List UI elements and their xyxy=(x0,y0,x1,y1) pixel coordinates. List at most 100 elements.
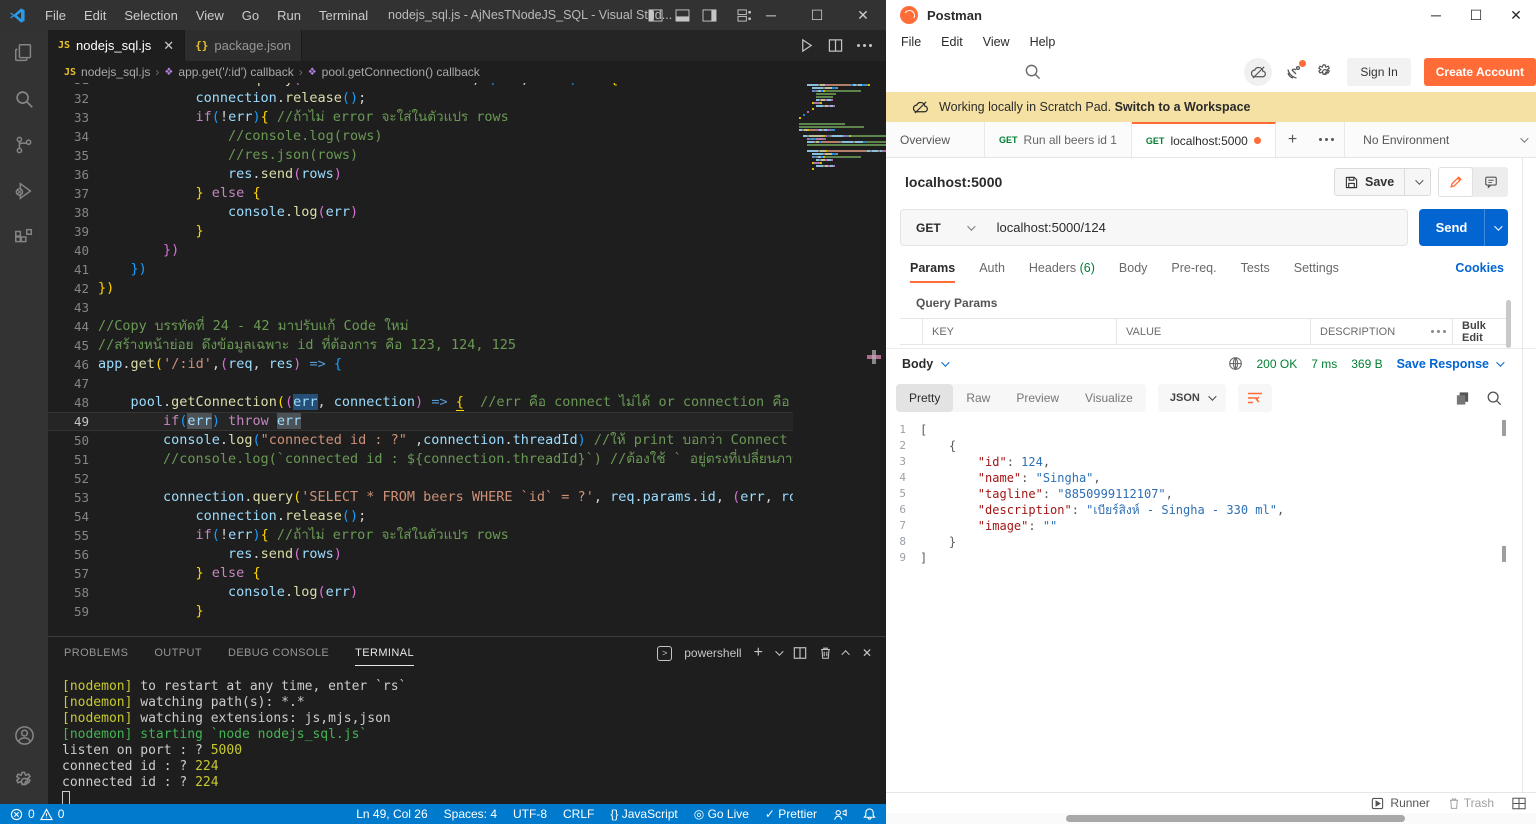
menu-file[interactable]: File xyxy=(36,8,75,23)
source-control-icon[interactable] xyxy=(0,122,48,168)
save-options-chevron[interactable] xyxy=(1404,168,1430,196)
key-column-header[interactable]: KEY xyxy=(922,319,1116,344)
send-button[interactable]: Send xyxy=(1419,209,1508,246)
response-scrollbar[interactable] xyxy=(1502,420,1506,436)
tab-tests[interactable]: Tests xyxy=(1241,261,1270,275)
tab-nodejs-sql-js[interactable]: JS nodejs_sql.js ✕ xyxy=(48,30,185,61)
method-selector[interactable]: GET xyxy=(901,221,987,235)
more-actions-icon[interactable] xyxy=(857,44,872,47)
breadcrumb-file[interactable]: nodejs_sql.js xyxy=(81,65,150,79)
url-input[interactable]: localhost:5000/124 xyxy=(987,220,1106,235)
settings-gear-icon[interactable] xyxy=(0,758,48,804)
extensions-icon[interactable] xyxy=(0,214,48,260)
kill-terminal-icon[interactable] xyxy=(819,646,832,660)
status-badge[interactable]: 200 OK xyxy=(1257,357,1298,371)
new-terminal-icon[interactable]: + xyxy=(754,644,763,662)
search-icon[interactable] xyxy=(1024,63,1041,80)
feedback-icon[interactable] xyxy=(833,808,847,821)
description-column-header[interactable]: DESCRIPTION xyxy=(1310,319,1422,344)
horizontal-scrollbar[interactable] xyxy=(886,813,1536,824)
environment-selector[interactable]: No Environment xyxy=(1345,122,1536,157)
tab-overview[interactable]: Overview xyxy=(886,122,985,157)
eol-sequence[interactable]: CRLF xyxy=(563,807,594,821)
bulk-edit-button[interactable]: Bulk Edit xyxy=(1452,319,1508,344)
close-button[interactable]: ✕ xyxy=(1496,0,1536,30)
menu-selection[interactable]: Selection xyxy=(115,8,186,23)
maximize-button[interactable]: ☐ xyxy=(794,0,840,30)
menu-view[interactable]: View xyxy=(974,33,1019,51)
column-options-icon[interactable] xyxy=(1422,319,1452,344)
maximize-panel-icon[interactable] xyxy=(841,650,849,658)
menu-view[interactable]: View xyxy=(187,8,233,23)
menu-edit[interactable]: Edit xyxy=(75,8,115,23)
terminal-dropdown-icon[interactable] xyxy=(775,647,783,655)
tab-options-icon[interactable] xyxy=(1309,122,1345,157)
capture-requests-icon[interactable] xyxy=(1285,63,1303,81)
run-debug-icon[interactable] xyxy=(0,168,48,214)
value-column-header[interactable]: VALUE xyxy=(1116,319,1310,344)
language-mode[interactable]: {} JavaScript xyxy=(610,807,677,821)
tab-localhost-5000[interactable]: GET localhost:5000 xyxy=(1132,122,1276,157)
view-raw[interactable]: Raw xyxy=(953,384,1003,412)
new-tab-button[interactable]: + xyxy=(1276,122,1309,157)
code-editor[interactable]: 31connection.query('SELECT * FROM beers'… xyxy=(48,70,793,636)
tab-settings[interactable]: Settings xyxy=(1294,261,1339,275)
run-file-icon[interactable] xyxy=(799,38,814,53)
network-globe-icon[interactable] xyxy=(1228,356,1243,371)
view-preview[interactable]: Preview xyxy=(1003,384,1072,412)
tab-package-json[interactable]: {} package.json xyxy=(185,30,302,61)
tab-output[interactable]: OUTPUT xyxy=(154,641,202,665)
toggle-sidebar-icon[interactable] xyxy=(648,9,663,22)
encoding[interactable]: UTF-8 xyxy=(513,807,547,821)
split-terminal-icon[interactable] xyxy=(793,646,807,660)
sign-in-button[interactable]: Sign In xyxy=(1347,58,1410,86)
save-response-button[interactable]: Save Response xyxy=(1397,357,1502,371)
toggle-secondary-sidebar-icon[interactable] xyxy=(702,9,717,22)
tab-terminal[interactable]: TERMINAL xyxy=(355,641,414,666)
settings-gear-icon[interactable] xyxy=(1316,63,1334,81)
indentation[interactable]: Spaces: 4 xyxy=(444,807,497,821)
menu-edit[interactable]: Edit xyxy=(932,33,972,51)
minimize-button[interactable]: ─ xyxy=(748,0,794,30)
go-live[interactable]: ◎ Go Live xyxy=(694,807,749,821)
maximize-button[interactable]: ☐ xyxy=(1456,0,1496,30)
prettier-status[interactable]: ✓ Prettier xyxy=(765,807,817,821)
wrap-lines-icon[interactable] xyxy=(1238,384,1272,412)
tab-auth[interactable]: Auth xyxy=(979,261,1005,275)
format-selector[interactable]: JSON xyxy=(1158,384,1226,412)
trash-button[interactable]: Trash xyxy=(1448,796,1494,810)
menu-file[interactable]: File xyxy=(892,33,930,51)
offline-cloud-icon[interactable] xyxy=(1244,58,1272,86)
tab-headers[interactable]: Headers (6) xyxy=(1029,261,1095,275)
send-options-chevron[interactable] xyxy=(1484,209,1508,246)
breadcrumb-symbol-1[interactable]: app.get('/:id') callback xyxy=(178,65,293,79)
split-editor-icon[interactable] xyxy=(828,38,843,53)
response-time[interactable]: 7 ms xyxy=(1311,357,1337,371)
view-pretty[interactable]: Pretty xyxy=(896,384,953,412)
close-panel-icon[interactable]: ✕ xyxy=(862,646,872,660)
panel-layout-icon[interactable] xyxy=(1512,797,1526,810)
comment-icon[interactable] xyxy=(1473,167,1508,197)
minimize-button[interactable]: ─ xyxy=(1416,0,1456,30)
view-visualize[interactable]: Visualize xyxy=(1072,384,1146,412)
switch-workspace-link[interactable]: Switch to a Workspace xyxy=(1115,100,1251,114)
tab-problems[interactable]: PROBLEMS xyxy=(64,641,128,665)
tab-body[interactable]: Body xyxy=(1119,261,1148,275)
search-icon[interactable] xyxy=(0,76,48,122)
runner-button[interactable]: Runner xyxy=(1371,796,1429,810)
tab-prereq[interactable]: Pre-req. xyxy=(1171,261,1216,275)
close-button[interactable]: ✕ xyxy=(840,0,886,30)
response-body-selector[interactable]: Body xyxy=(902,357,947,371)
notifications-bell-icon[interactable] xyxy=(863,807,876,821)
save-button[interactable]: Save xyxy=(1334,168,1431,196)
params-scrollbar[interactable] xyxy=(1506,300,1511,348)
breadcrumb-symbol-2[interactable]: pool.getConnection() callback xyxy=(322,65,480,79)
tab-close-icon[interactable]: ✕ xyxy=(163,38,174,54)
menu-help[interactable]: Help xyxy=(1021,33,1065,51)
search-response-icon[interactable] xyxy=(1486,390,1502,406)
tab-debug-console[interactable]: DEBUG CONSOLE xyxy=(228,641,329,665)
response-scrollbar[interactable] xyxy=(1502,546,1506,562)
explorer-icon[interactable] xyxy=(0,30,48,76)
menu-go[interactable]: Go xyxy=(233,8,268,23)
account-icon[interactable] xyxy=(0,712,48,758)
